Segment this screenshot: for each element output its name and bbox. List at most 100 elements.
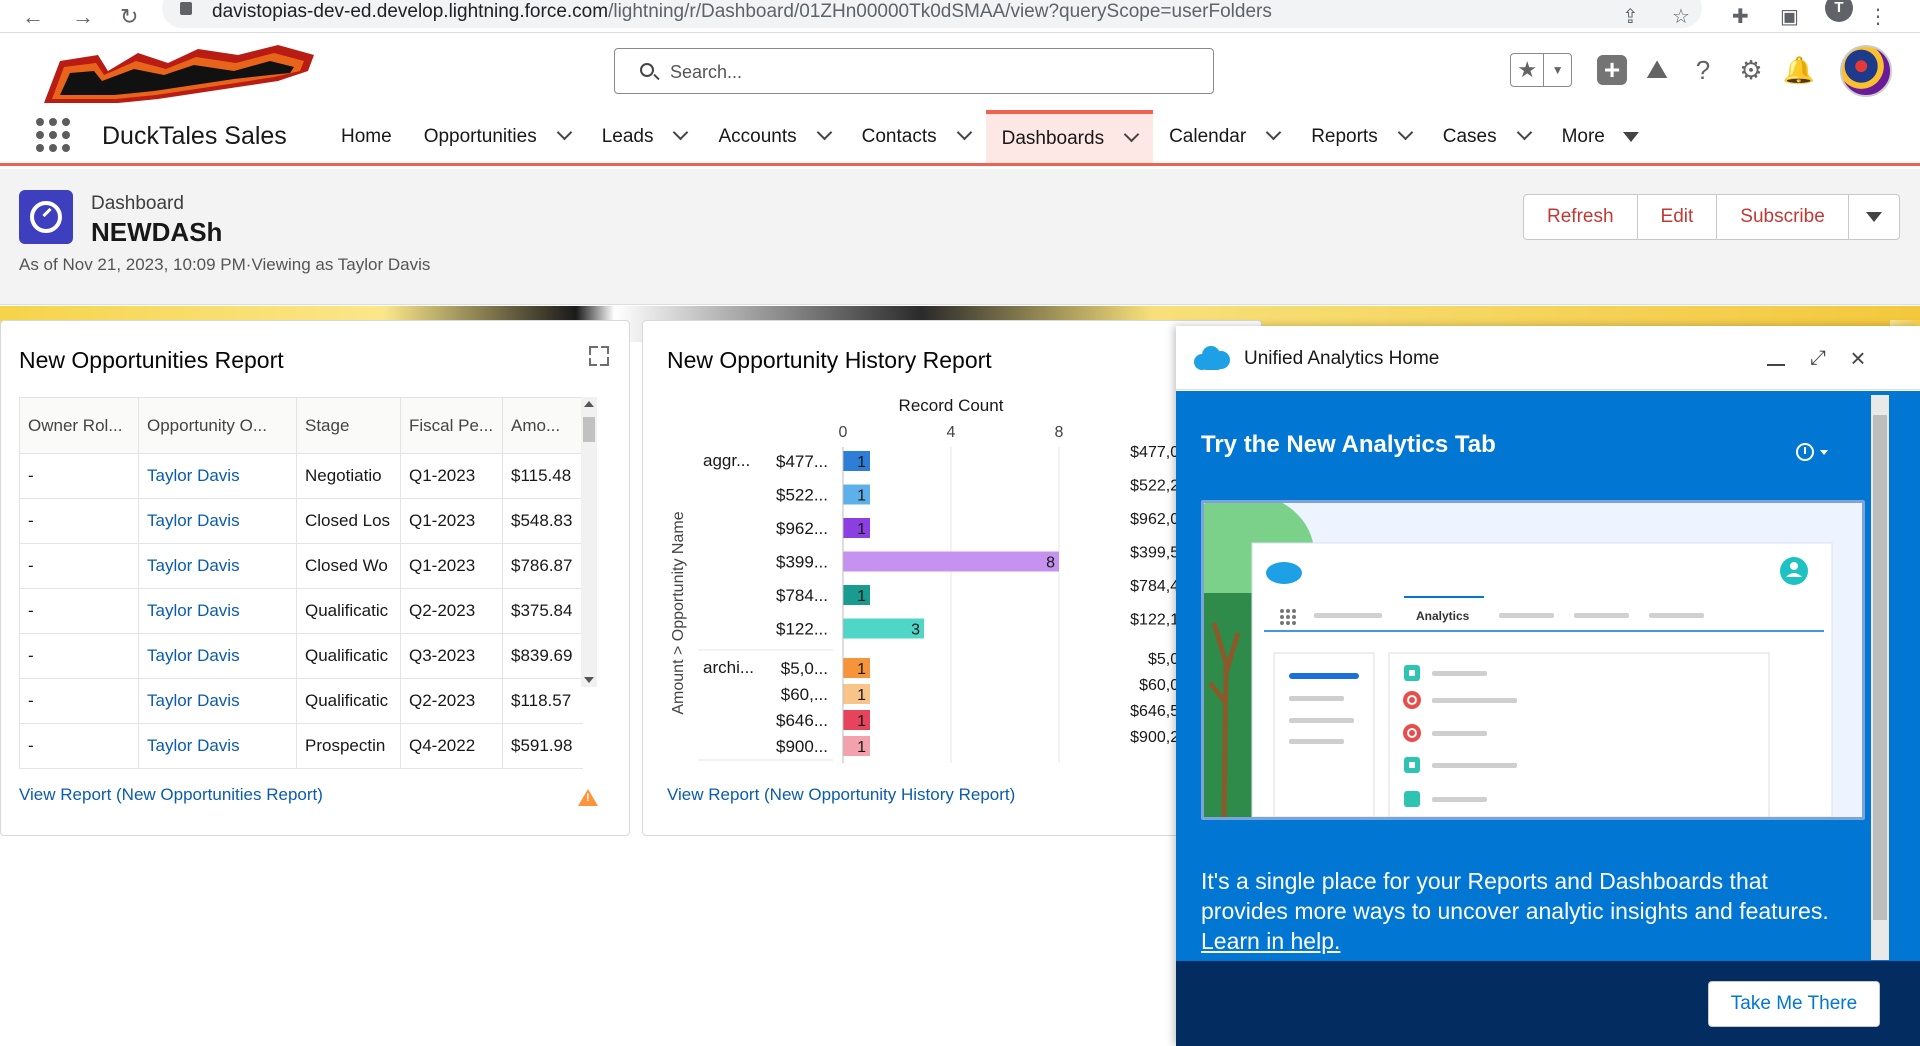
bar-category-label: $122... [776,620,828,639]
remind-later-menu[interactable] [1796,443,1836,467]
bar-value-label: 1 [857,661,866,678]
bar-category-label: $5,0... [781,659,828,678]
chevron-down-icon[interactable] [816,124,832,141]
opportunity-owner-link[interactable]: Taylor Davis [138,453,297,499]
column-header[interactable]: Opportunity O... [138,397,297,454]
favorites-group[interactable]: ★ ▼ [1510,53,1572,87]
nav-tab-contacts[interactable]: Contacts [846,110,986,163]
chevron-down-icon[interactable] [1123,126,1140,143]
opportunity-owner-link[interactable]: Taylor Davis [138,588,297,634]
app-name: DuckTales Sales [102,122,287,150]
warning-icon[interactable] [578,789,598,806]
table-cell: Qualificatic [296,588,401,634]
nav-tab-dashboards[interactable]: Dashboards [985,110,1154,163]
table-cell: Q1-2023 [400,543,503,589]
nav-tab-cases[interactable]: Cases [1427,110,1546,163]
bar [843,551,1059,572]
global-actions-add-icon[interactable]: + [1597,55,1627,85]
nav-tab-leads[interactable]: Leads [586,110,703,163]
table-cell: Closed Los [296,498,401,544]
edit-button[interactable]: Edit [1638,195,1718,239]
analytics-illustration: Analytics [1201,500,1865,820]
opportunity-owner-link[interactable]: Taylor Davis [138,543,297,589]
browser-menu-icon[interactable]: ⋮ [1868,4,1888,29]
setup-gear-icon[interactable]: ⚙ [1734,53,1768,87]
opportunity-owner-link[interactable]: Taylor Davis [138,633,297,679]
view-report-link[interactable]: View Report (New Opportunity History Rep… [667,785,1015,805]
bookmark-star-icon[interactable]: ☆ [1672,4,1690,29]
nav-tab-home[interactable]: Home [325,110,408,163]
caret-down-icon[interactable] [1622,131,1639,142]
opportunity-owner-link[interactable]: Taylor Davis [138,678,297,724]
nav-tab-reports[interactable]: Reports [1295,110,1427,163]
column-header[interactable]: Amo... [502,397,583,454]
back-arrow-icon[interactable]: ← [22,4,44,30]
scroll-up-icon[interactable] [584,401,594,407]
bar-category-label: $477... [776,452,828,471]
chevron-down-icon[interactable] [1516,124,1532,141]
chevron-down-icon[interactable] [556,124,572,141]
x-tick-label: 8 [1055,424,1064,441]
table-cell: Q1-2023 [400,498,503,544]
chart-title: Record Count [899,396,1004,415]
dashboard-subtitle: As of Nov 21, 2023, 10:09 PM·Viewing as … [19,255,431,274]
nav-tab-calendar[interactable]: Calendar [1153,110,1295,163]
share-icon[interactable]: ⇪ [1622,4,1639,29]
column-header[interactable]: Stage [296,397,401,454]
app-launcher-icon[interactable] [36,118,70,152]
favorites-dropdown-icon[interactable]: ▼ [1544,54,1571,86]
ducktales-logo[interactable] [38,41,320,109]
table-scrollbar[interactable] [581,397,597,687]
group-label: archi... [703,658,754,677]
panel-header: Unified Analytics Home ⤢ × [1176,326,1920,390]
browser-profile-icon[interactable]: T [1825,0,1853,22]
nav-tab-more[interactable]: More [1546,110,1655,163]
table-cell: $786.87 [502,543,583,589]
chevron-down-icon [1865,212,1882,222]
table-cell: Q4-2022 [400,723,503,769]
address-bar[interactable]: davistopias-dev-ed.develop.lightning.for… [162,0,1702,28]
column-header[interactable]: Fiscal Pe... [400,397,503,454]
global-search[interactable] [614,48,1214,94]
chevron-down-icon[interactable] [956,124,972,141]
table-cell: Qualificatic [296,678,401,724]
nav-tab-label: Leads [601,125,654,147]
nav-tab-opportunities[interactable]: Opportunities [408,110,586,163]
refresh-button[interactable]: Refresh [1524,195,1638,239]
expand-window-icon[interactable]: ⤢ [1806,346,1830,370]
learn-in-help-link[interactable]: Learn in help. [1201,928,1340,954]
nav-tab-label: Home [341,125,392,147]
trailhead-icon[interactable]: ⛰ [1640,53,1674,87]
extensions-icon[interactable]: ✚ [1732,4,1749,29]
close-icon[interactable]: × [1846,345,1870,371]
column-header[interactable]: Owner Rol... [19,397,139,454]
forward-arrow-icon[interactable]: → [72,4,94,30]
scroll-down-icon[interactable] [584,677,594,683]
bar-chart: Record Count 0 4 8 Amount > Opportunity Name… [670,396,1188,763]
promo-text: It's a single place for your Reports and… [1201,868,1829,954]
opportunity-owner-link[interactable]: Taylor Davis [138,498,297,544]
chevron-down-icon[interactable] [1265,124,1282,141]
search-input[interactable] [670,59,1190,85]
table-cell: Q2-2023 [400,678,503,724]
sidepanel-icon[interactable]: ▣ [1780,4,1799,29]
view-report-link[interactable]: View Report (New Opportunities Report) [19,785,323,805]
reload-icon[interactable]: ↻ [120,4,138,30]
more-actions-button[interactable] [1849,195,1899,239]
nav-tab-accounts[interactable]: Accounts [702,110,845,163]
user-avatar[interactable] [1840,45,1892,97]
minimize-icon[interactable] [1764,346,1788,370]
chevron-down-icon[interactable] [1397,124,1413,141]
help-icon[interactable]: ? [1686,53,1720,87]
expand-icon[interactable] [589,346,609,366]
nav-tab-label: More [1561,125,1605,147]
chevron-down-icon[interactable] [673,124,689,141]
browser-toolbar: ← → ↻ davistopias-dev-ed.develop.lightni… [0,0,1920,33]
favorites-star-icon[interactable]: ★ [1511,54,1545,86]
opportunity-owner-link[interactable]: Taylor Davis [138,723,297,769]
notifications-bell-icon[interactable]: 🔔 [1782,53,1816,87]
subscribe-button[interactable]: Subscribe [1717,195,1849,239]
url-text: davistopias-dev-ed.develop.lightning.for… [212,1,1272,22]
take-me-there-button[interactable]: Take Me There [1708,981,1880,1027]
panel-scrollbar[interactable] [1871,395,1889,960]
